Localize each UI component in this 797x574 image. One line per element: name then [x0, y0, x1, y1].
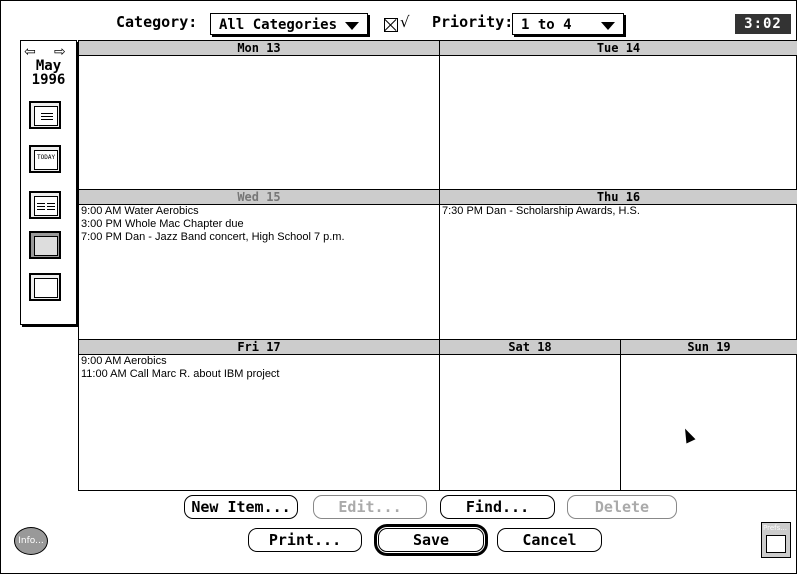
- today-view-button[interactable]: TODAY: [29, 145, 61, 173]
- priority-value: 1 to 4: [521, 17, 572, 33]
- day-header: Sat 18: [440, 340, 620, 355]
- view-sidebar: ⇦ ⇨ May 1996 TODAY: [20, 40, 77, 325]
- event-item[interactable]: 11:00 AM Call Marc R. about IBM project: [79, 368, 439, 381]
- day-cell-sat[interactable]: Sat 18: [440, 340, 621, 490]
- day-header: Sun 19: [621, 340, 797, 355]
- divider: [79, 339, 797, 340]
- day-cell-fri[interactable]: Fri 17 9:00 AM Aerobics 11:00 AM Call Ma…: [79, 340, 440, 490]
- find-button[interactable]: Find...: [440, 495, 555, 519]
- divider: [79, 40, 797, 41]
- prefs-icon: [766, 535, 786, 553]
- event-item[interactable]: 9:00 AM Water Aerobics: [79, 205, 439, 218]
- event-item[interactable]: 7:30 PM Dan - Scholarship Awards, H.S.: [440, 205, 797, 218]
- day-grid-icon: [34, 196, 58, 216]
- month-year: May 1996: [21, 59, 76, 87]
- category-value: All Categories: [219, 17, 338, 33]
- prefs-button[interactable]: Prefs...: [761, 522, 791, 558]
- save-button[interactable]: Save: [374, 524, 488, 556]
- list-view-button[interactable]: [29, 101, 61, 129]
- chevron-down-icon: [601, 22, 615, 30]
- week-view-icon: [34, 236, 58, 256]
- today-icon-label: TODAY: [37, 154, 56, 161]
- month-view-icon: [34, 278, 58, 298]
- day-view-button[interactable]: [29, 191, 61, 219]
- prefs-label: Prefs...: [763, 524, 787, 532]
- month-view-button[interactable]: [29, 273, 61, 301]
- event-item[interactable]: 3:00 PM Whole Mac Chapter due: [79, 218, 439, 231]
- cancel-button[interactable]: Cancel: [497, 528, 602, 552]
- day-cell-tue[interactable]: Tue 14: [440, 41, 797, 189]
- list-view-icon: [34, 106, 58, 126]
- priority-popup[interactable]: 1 to 4: [512, 13, 624, 35]
- day-header: Fri 17: [79, 340, 439, 355]
- day-cell-mon[interactable]: Mon 13: [79, 41, 440, 189]
- day-header: Thu 16: [440, 190, 797, 205]
- category-popup[interactable]: All Categories: [210, 13, 368, 35]
- category-label: Category:: [116, 13, 198, 31]
- week-calendar: Mon 13 Tue 14 Wed 15 9:00 AM Water Aerob…: [78, 40, 797, 491]
- event-item[interactable]: 9:00 AM Aerobics: [79, 355, 439, 368]
- prev-month-arrow-icon[interactable]: ⇦: [24, 44, 36, 60]
- day-header: Wed 15: [79, 190, 439, 205]
- new-item-button[interactable]: New Item...: [184, 495, 298, 519]
- check-symbol: √: [400, 13, 410, 31]
- day-cell-wed[interactable]: Wed 15 9:00 AM Water Aerobics 3:00 PM Wh…: [79, 190, 440, 340]
- info-button[interactable]: Info...: [14, 527, 48, 555]
- day-header: Mon 13: [79, 41, 439, 56]
- year-label: 1996: [31, 72, 66, 88]
- day-cell-sun[interactable]: Sun 19: [621, 340, 797, 490]
- print-button[interactable]: Print...: [248, 528, 362, 552]
- month-label: May: [35, 58, 62, 74]
- toolbar: Category: All Categories √ Priority: 1 t…: [0, 0, 797, 40]
- chevron-down-icon: [345, 22, 359, 30]
- today-view-icon: TODAY: [34, 150, 58, 170]
- week-view-button[interactable]: [29, 231, 61, 259]
- clock-display: 3:02: [735, 14, 791, 34]
- day-cell-thu[interactable]: Thu 16 7:30 PM Dan - Scholarship Awards,…: [440, 190, 797, 340]
- event-item[interactable]: 7:00 PM Dan - Jazz Band concert, High Sc…: [79, 231, 439, 244]
- divider: [79, 189, 797, 190]
- priority-label: Priority:: [432, 13, 514, 31]
- day-header: Tue 14: [440, 41, 797, 56]
- delete-button[interactable]: Delete: [567, 495, 677, 519]
- filter-checkbox[interactable]: [384, 18, 398, 32]
- edit-button[interactable]: Edit...: [313, 495, 427, 519]
